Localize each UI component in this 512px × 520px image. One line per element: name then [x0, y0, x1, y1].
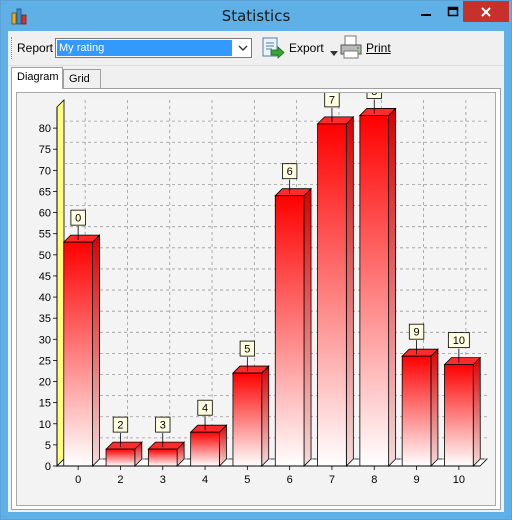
bar — [316, 115, 355, 467]
data-label: 8 — [371, 93, 377, 98]
minimize-icon — [421, 14, 431, 16]
bar-side — [261, 365, 270, 467]
diagram-tab-page: 0 5 10 15 20 25 30 35 40 45 50 55 60 65 70 75 80 0 0 2 2 3 3 4 4… — [11, 83, 501, 510]
bar-side — [303, 187, 312, 467]
x-tick-label: 9 — [413, 474, 419, 486]
y-tick-label: 35 — [39, 313, 51, 325]
toolbar: Report My rating Export Print — [8, 31, 504, 66]
export-button[interactable]: Export — [261, 35, 339, 61]
export-icon — [261, 35, 285, 59]
y-tick-label: 50 — [39, 250, 51, 262]
tab-grid[interactable]: Grid — [63, 69, 101, 88]
bar — [358, 107, 397, 467]
data-label: 2 — [117, 420, 123, 432]
bar — [105, 441, 143, 467]
x-tick-label: 0 — [75, 474, 81, 486]
bar — [401, 348, 439, 467]
y-tick-label: 40 — [39, 292, 51, 304]
y-tick-label: 0 — [45, 461, 51, 473]
bar-chart: 0510152025303540455055606570758000223344… — [39, 83, 488, 486]
y-tick-label: 80 — [39, 123, 51, 135]
data-label: 6 — [287, 166, 293, 178]
export-label: Export — [289, 41, 324, 55]
bar — [443, 356, 482, 467]
bar-front — [359, 115, 390, 467]
y-tick-label: 15 — [39, 398, 51, 410]
statistics-window: Statistics Report My rating Export Print… — [0, 0, 512, 520]
report-select[interactable]: My rating — [55, 38, 252, 58]
x-tick-label: 8 — [371, 474, 377, 486]
bar-front — [232, 372, 263, 467]
x-tick-label: 3 — [160, 474, 166, 486]
report-label: Report — [17, 41, 54, 55]
y-tick-label: 70 — [39, 165, 51, 177]
y-tick-label: 10 — [39, 419, 51, 431]
chevron-down-icon[interactable] — [234, 39, 251, 57]
y-tick-label: 20 — [39, 377, 51, 389]
maximize-icon — [447, 6, 459, 17]
bar-front — [317, 123, 347, 467]
bar-front — [147, 448, 178, 467]
bar-side — [92, 234, 100, 467]
data-label: 7 — [329, 94, 335, 106]
tab-strip: Diagram Grid — [11, 67, 501, 89]
bar-front — [401, 355, 432, 467]
chart-left-wall — [56, 99, 65, 467]
bar — [274, 187, 312, 467]
close-icon — [481, 6, 491, 17]
y-tick-label: 65 — [39, 186, 51, 198]
x-tick-label: 4 — [202, 474, 208, 486]
bar-side — [345, 115, 354, 467]
bar-side — [472, 356, 481, 467]
data-label: 3 — [160, 420, 166, 432]
title-bar[interactable]: Statistics — [1, 1, 511, 31]
x-tick-label: 6 — [287, 474, 293, 486]
x-tick-label: 7 — [329, 474, 335, 486]
bar-front — [190, 431, 220, 467]
bar-side — [430, 348, 439, 467]
close-button[interactable] — [463, 1, 509, 22]
toolbar-grip[interactable] — [11, 37, 14, 59]
y-tick-label: 55 — [39, 229, 51, 241]
bar — [189, 424, 228, 467]
bar — [147, 441, 186, 467]
tab-diagram[interactable]: Diagram — [11, 67, 63, 89]
print-button[interactable]: Print — [338, 34, 398, 62]
x-tick-label: 10 — [453, 474, 465, 486]
report-select-value: My rating — [57, 40, 232, 56]
bar-front — [274, 195, 305, 467]
bar — [232, 365, 270, 467]
data-label: 4 — [202, 403, 208, 415]
printer-icon — [338, 34, 364, 60]
y-tick-label: 25 — [39, 355, 51, 367]
bar — [62, 234, 101, 467]
x-tick-label: 5 — [244, 474, 250, 486]
data-label: 5 — [244, 344, 250, 356]
client-area: Report My rating Export Print Diagram Gr… — [8, 31, 504, 512]
y-tick-label: 75 — [39, 144, 51, 156]
bar-front — [105, 448, 136, 467]
data-label: 10 — [453, 335, 465, 347]
bar-front — [63, 241, 93, 467]
x-tick-label: 2 — [117, 474, 123, 486]
data-label: 0 — [75, 213, 81, 225]
bar-front — [444, 364, 474, 467]
y-tick-label: 45 — [39, 271, 51, 283]
minimize-button[interactable] — [411, 1, 441, 23]
chart-frame: 0 5 10 15 20 25 30 35 40 45 50 55 60 65 70 75 80 0 0 2 2 3 3 4 4… — [16, 83, 496, 506]
y-tick-label: 5 — [45, 440, 51, 452]
data-label: 9 — [413, 327, 419, 339]
y-tick-label: 30 — [39, 334, 51, 346]
print-label: Print — [366, 41, 391, 55]
bar-side — [388, 107, 397, 467]
y-tick-label: 60 — [39, 208, 51, 220]
export-dropdown-icon[interactable] — [330, 45, 338, 59]
